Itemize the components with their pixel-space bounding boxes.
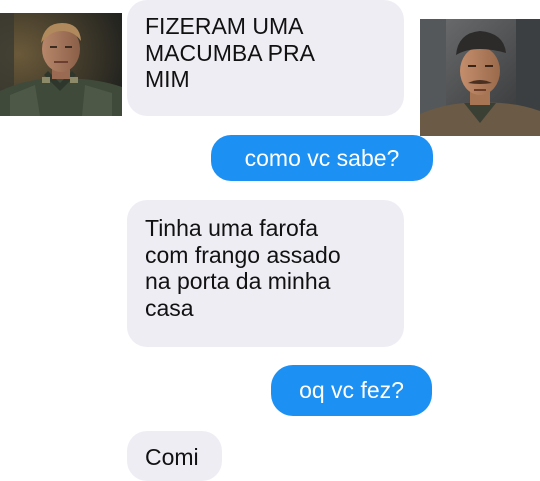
- received-message-bubble: FIZERAM UMA MACUMBA PRA MIM: [127, 0, 404, 116]
- received-message-bubble: Comi: [127, 431, 222, 481]
- avatar-right-photo: [420, 19, 540, 136]
- received-message-bubble: Tinha uma farofa com frango assado na po…: [127, 200, 404, 347]
- avatar-left-photo: [0, 13, 122, 116]
- sent-message-bubble: oq vc fez?: [271, 365, 432, 416]
- sent-message-bubble: como vc sabe?: [211, 135, 433, 181]
